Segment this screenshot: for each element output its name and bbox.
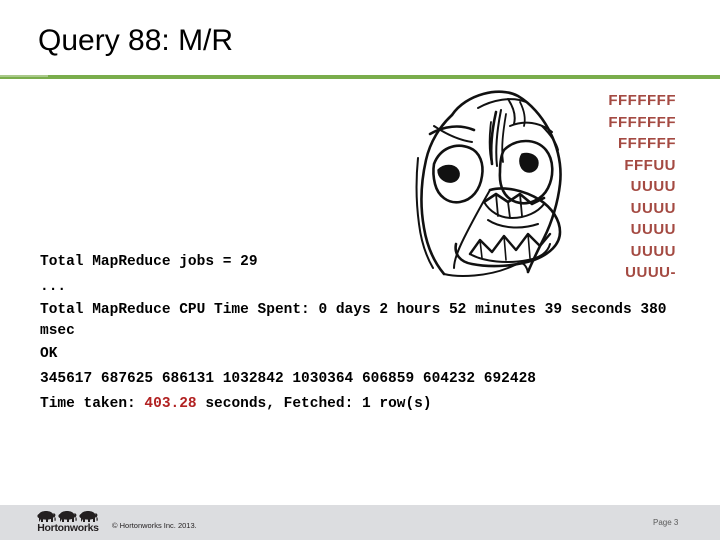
rage-text-line: FFFFFFF: [608, 113, 676, 131]
time-taken-suffix: seconds, Fetched: 1 row(s): [196, 396, 432, 412]
rage-text-line: UUUU: [630, 199, 676, 217]
console-line-ellipsis: ...: [40, 279, 67, 295]
hortonworks-logo: Hortonworks: [31, 510, 105, 534]
page-number: Page 3: [653, 518, 679, 527]
time-taken-value: 403.28: [144, 396, 197, 412]
console-line-results: 345617 687625 686131 1032842 1030364 606…: [40, 371, 536, 387]
rage-text-line: FFFFFFF: [608, 92, 676, 109]
rage-text-line: UUUU: [630, 221, 676, 238]
copyright-text: © Hortonworks Inc. 2013.: [112, 521, 197, 530]
console-line-ok: OK: [40, 346, 58, 362]
console-line-jobs: Total MapReduce jobs = 29: [40, 254, 258, 270]
time-taken-prefix: Time taken:: [40, 396, 145, 412]
slide-canvas: Query 88: M/R FFFFFFF FFFFFFF FFFFFF FFF…: [0, 0, 720, 540]
page-title: Query 88: M/R: [38, 24, 234, 57]
rage-text-line: FFFFFF: [618, 135, 676, 152]
footer-band: [0, 505, 720, 540]
hortonworks-wordmark: Hortonworks: [37, 522, 99, 534]
rage-text-line: UUUU: [630, 178, 676, 195]
console-output-block: Total MapReduce jobs = 29 ... Total MapR…: [40, 250, 680, 417]
title-divider-cap: [0, 75, 48, 77]
console-line-time-taken: Time taken: 403.28 seconds, Fetched: 1 r…: [40, 392, 680, 417]
title-divider: [0, 75, 720, 79]
rage-text-line: FFFUU: [624, 156, 676, 174]
console-line-cpu-time: Total MapReduce CPU Time Spent: 0 days 2…: [40, 302, 676, 339]
